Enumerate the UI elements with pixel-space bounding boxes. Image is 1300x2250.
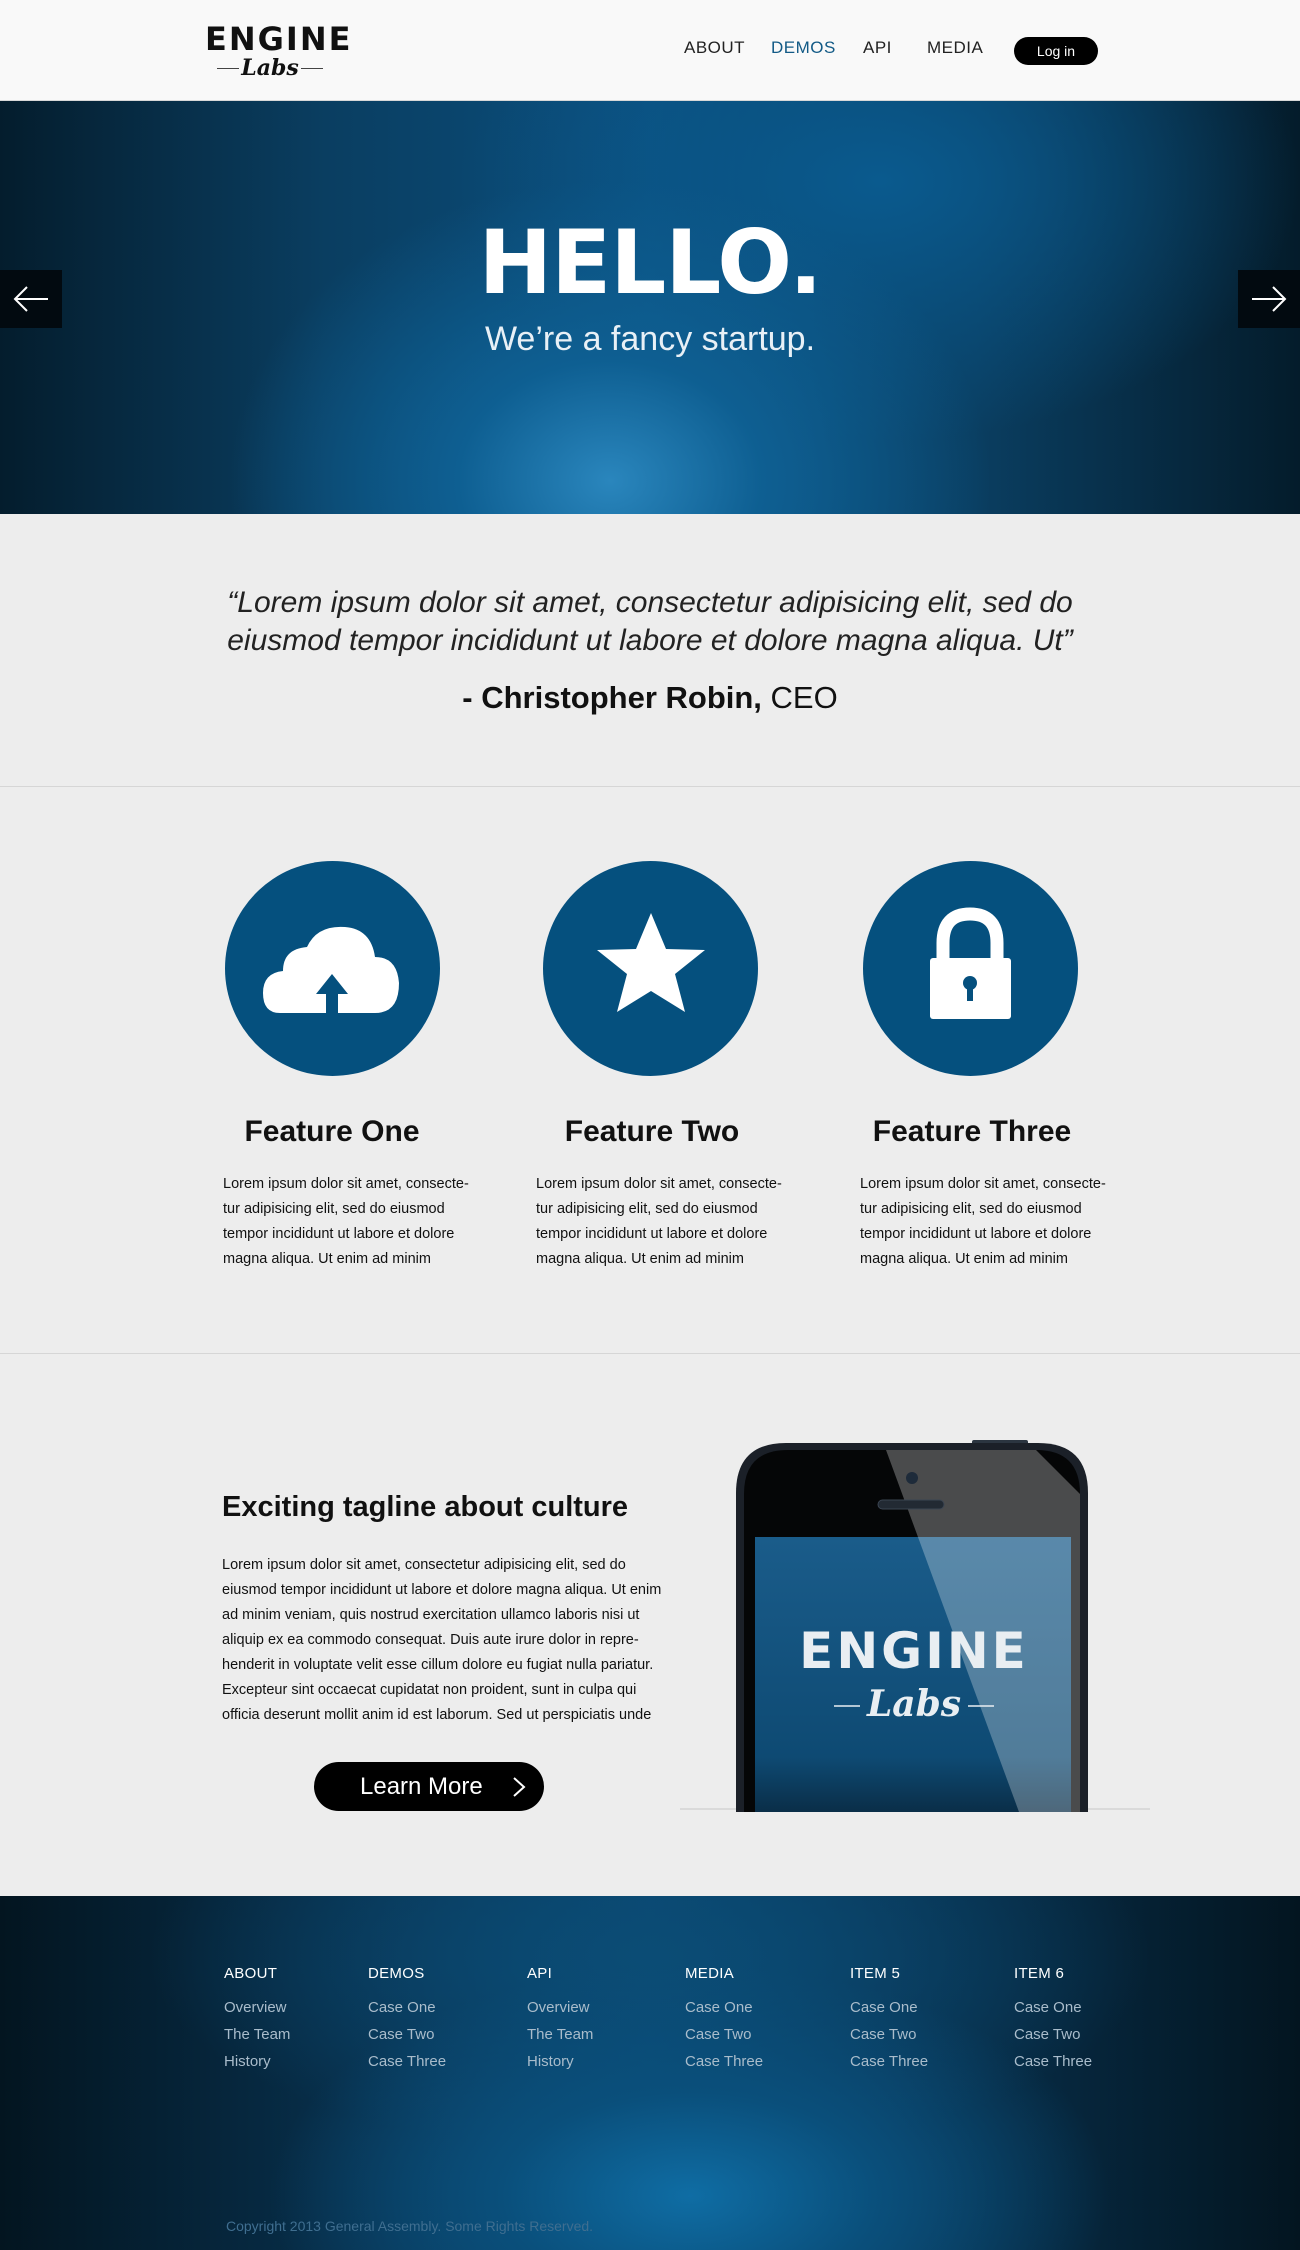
section-divider (0, 1353, 1300, 1354)
footer-link[interactable]: Case One (1014, 1994, 1092, 2021)
learn-more-button[interactable]: Learn More (314, 1762, 544, 1811)
hero-subtitle: We’re a fancy startup. (484, 320, 816, 358)
quote-line-1: “Lorem ipsum dolor sit amet, consectetur… (227, 586, 1073, 619)
feature-two-title: Feature Two (564, 1115, 740, 1148)
phone-logo-top: ENGINE (799, 1622, 1029, 1680)
hero-title: HELLO. (478, 211, 822, 314)
star-icon (597, 913, 705, 1012)
cloud-upload-icon (263, 926, 399, 1015)
footer-heading: DEMOS (368, 1965, 425, 1982)
feature-one-text: Lorem ipsum dolor sit amet, consecte-tur… (223, 1176, 469, 1267)
copyright-text: Copyright 2013 General Assembly. Some Ri… (226, 2218, 594, 2234)
feature-two-text: Lorem ipsum dolor sit amet, consecte-tur… (536, 1176, 782, 1267)
footer-link[interactable]: Case Three (368, 2048, 446, 2075)
logo-wordmark-top: ENGINE (205, 20, 353, 58)
logo-wordmark-bottom: Labs (205, 56, 335, 80)
learn-more-label: Learn More (360, 1773, 483, 1800)
footer-column-about: ABOUT Overview The Team History (224, 1962, 290, 2075)
footer-heading: ABOUT (224, 1965, 278, 1982)
lock-icon (930, 907, 1011, 1019)
feature-one-icon-circle (225, 861, 440, 1076)
phone-mockup: ENGINE Labs (736, 1440, 1088, 1812)
quote-author: - Christopher Robin, CEO (0, 678, 1300, 718)
footer-link[interactable]: The Team (527, 2021, 593, 2048)
feature-three-text: Lorem ipsum dolor sit amet, consecte-tur… (860, 1176, 1106, 1267)
footer-link[interactable]: Case Three (685, 2048, 763, 2075)
chevron-right-icon (513, 1777, 526, 1797)
footer-column-media: MEDIA Case One Case Two Case Three (685, 1962, 763, 2075)
hero-next-button[interactable] (1238, 270, 1300, 328)
footer-column-item-6: ITEM 6 Case One Case Two Case Three (1014, 1962, 1092, 2075)
quote-line-2: eiusmod tempor incididunt ut labore et d… (227, 624, 1073, 657)
phone-illustration: ENGINE Labs (736, 1440, 1088, 1812)
feature-one-title: Feature One (244, 1115, 420, 1148)
nav-api[interactable]: API (863, 38, 892, 58)
footer-link[interactable]: Case Two (1014, 2021, 1092, 2048)
footer-column-api: API Overview The Team History (527, 1962, 593, 2075)
hero-banner: HELLO. We’re a fancy startup. (0, 101, 1300, 514)
site-footer: ABOUT Overview The Team History DEMOS Ca… (0, 1896, 1300, 2250)
nav-demos[interactable]: DEMOS (771, 38, 836, 58)
feature-three-icon-circle (863, 861, 1078, 1076)
footer-link[interactable]: The Team (224, 2021, 290, 2048)
culture-text: Lorem ipsum dolor sit amet, consectetur … (222, 1557, 662, 1723)
culture-title: Exciting tagline about culture (222, 1491, 629, 1523)
section-divider (0, 786, 1300, 787)
quote-author-name: - Christopher Robin, (462, 680, 762, 715)
footer-link[interactable]: Case One (850, 1994, 928, 2021)
footer-link[interactable]: Case One (685, 1994, 763, 2021)
footer-link[interactable]: Case Three (850, 2048, 928, 2075)
feature-two-icon-circle (543, 861, 758, 1076)
site-header: ENGINE Labs ABOUT DEMOS API MEDIA Log in (0, 0, 1300, 101)
footer-link[interactable]: Overview (527, 1994, 593, 2021)
footer-column-demos: DEMOS Case One Case Two Case Three (368, 1962, 446, 2075)
footer-heading: ITEM 6 (1014, 1965, 1065, 1982)
footer-link[interactable]: History (527, 2048, 593, 2075)
footer-link[interactable]: Case Two (368, 2021, 446, 2048)
footer-column-item-5: ITEM 5 Case One Case Two Case Three (850, 1962, 928, 2075)
arrow-right-icon (1252, 286, 1287, 312)
footer-link[interactable]: Case One (368, 1994, 446, 2021)
footer-link[interactable]: Case Two (850, 2021, 928, 2048)
footer-heading: MEDIA (685, 1965, 735, 1982)
quote-author-role: CEO (770, 680, 838, 715)
phone-logo-bottom: Labs (866, 1683, 961, 1725)
footer-link[interactable]: Overview (224, 1994, 290, 2021)
engine-labs-logo[interactable]: ENGINE Labs (205, 20, 353, 84)
footer-link[interactable]: History (224, 2048, 290, 2075)
nav-media[interactable]: MEDIA (927, 38, 983, 58)
testimonial-quote: “Lorem ipsum dolor sit amet, consectetur… (0, 584, 1300, 660)
footer-link[interactable]: Case Three (1014, 2048, 1092, 2075)
footer-heading: API (527, 1965, 553, 1982)
footer-link[interactable]: Case Two (685, 2021, 763, 2048)
footer-heading: ITEM 5 (850, 1965, 901, 1982)
feature-three-title: Feature Three (872, 1115, 1072, 1148)
login-button[interactable]: Log in (1014, 37, 1098, 65)
nav-about[interactable]: ABOUT (684, 38, 745, 58)
